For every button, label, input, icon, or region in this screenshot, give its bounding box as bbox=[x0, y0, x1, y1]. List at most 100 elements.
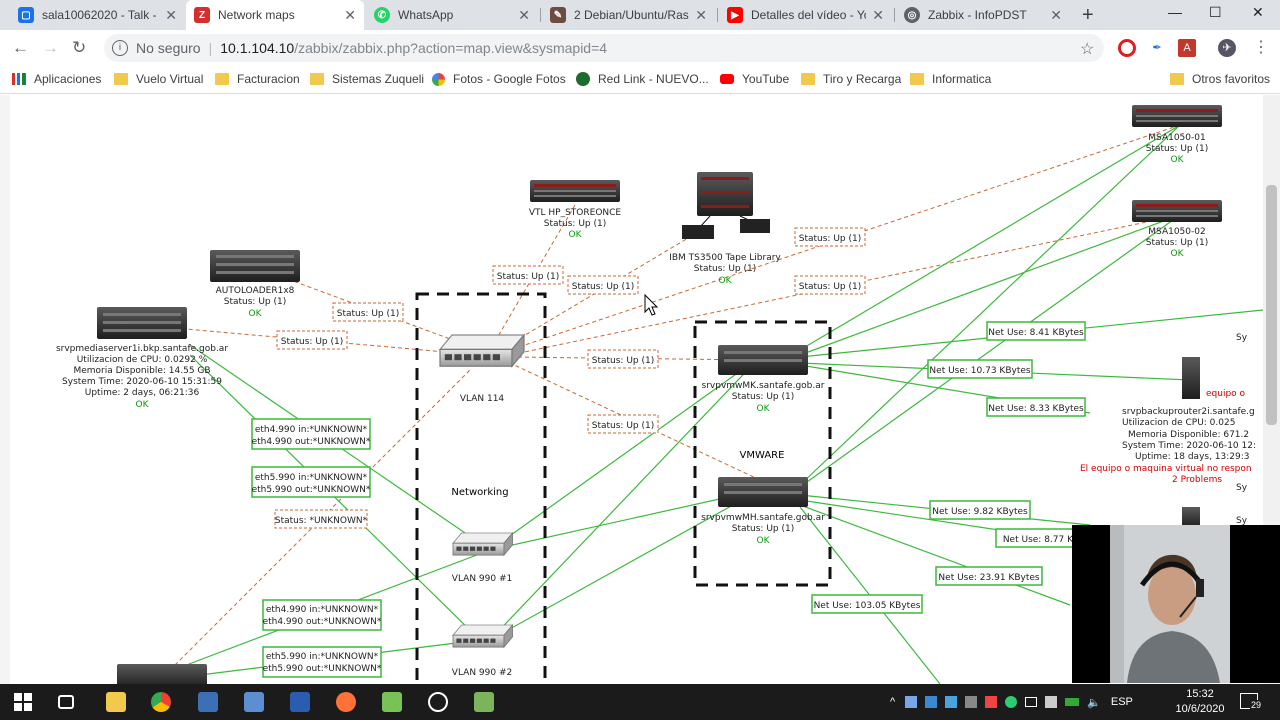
host-srvpvmwmk[interactable]: srvpvmwMK.santafe.gob.ar Status: Up (1) … bbox=[702, 345, 825, 414]
bookmark-youtube[interactable]: YouTube bbox=[720, 72, 789, 86]
opera-extension-icon[interactable] bbox=[1118, 39, 1136, 57]
app-icon[interactable] bbox=[244, 692, 264, 712]
obs-icon[interactable] bbox=[428, 692, 448, 712]
interface-label[interactable]: eth5.990 in:*UNKNOWN* eth5.990 out:*UNKNO… bbox=[262, 646, 382, 678]
bookmark-informatica[interactable]: Informatica bbox=[910, 72, 991, 86]
tray-display-icon[interactable] bbox=[1025, 697, 1038, 707]
link-label[interactable]: Status: Up (1) bbox=[794, 275, 866, 295]
host-bottom-left-server[interactable] bbox=[117, 664, 207, 684]
tab-youtube-studio[interactable]: ▶ Detalles del vídeo - You ✕ bbox=[719, 0, 892, 30]
switch-vlan-114[interactable]: VLAN 114 bbox=[439, 334, 525, 404]
maximize-button[interactable]: ☐ bbox=[1209, 4, 1222, 21]
pen-extension-icon[interactable]: ✒ bbox=[1148, 39, 1166, 57]
link-label[interactable]: Status: Up (1) bbox=[332, 302, 404, 322]
tab-zabbix-infopdst[interactable]: ◎ Zabbix - InfoPDST ✕ bbox=[896, 0, 1070, 30]
network-tool-icon[interactable] bbox=[198, 692, 218, 712]
net-use-label[interactable]: Net Use: 23.91 KBytes bbox=[935, 566, 1043, 586]
tab-whatsapp[interactable]: ✆ WhatsApp ✕ bbox=[366, 0, 538, 30]
host-ibm-tape-library[interactable]: IBM TS3500 Tape Library Status: Up (1) O… bbox=[669, 172, 781, 286]
close-window-button[interactable]: ✕ bbox=[1252, 4, 1264, 21]
link-label[interactable]: Status: Up (1) bbox=[492, 265, 564, 285]
android-icon[interactable] bbox=[382, 692, 402, 712]
bookmark-label: Red Link - NUEVO... bbox=[598, 72, 709, 86]
tab-network-maps[interactable]: Z Network maps ✕ bbox=[186, 0, 364, 30]
host-mediaserver[interactable]: srvpmediaserver1i.bkp.santafe.gob.ar Uti… bbox=[56, 307, 228, 410]
volume-icon[interactable]: 🔈 bbox=[1087, 696, 1101, 709]
link-label[interactable]: Status: *UNKNOWN* bbox=[274, 509, 368, 529]
link-label[interactable]: Status: Up (1) bbox=[587, 414, 659, 434]
remote-desktop-icon[interactable] bbox=[290, 692, 310, 712]
reload-button[interactable]: ↻ bbox=[72, 38, 86, 58]
tab-talk[interactable]: ▢ sala10062020 - Talk - P ✕ bbox=[10, 0, 185, 30]
tray-check-icon[interactable] bbox=[1005, 696, 1018, 708]
link-label[interactable]: Status: Up (1) bbox=[587, 349, 659, 369]
host-name: IBM TS3500 Tape Library bbox=[669, 253, 781, 263]
scrollbar-thumb[interactable] bbox=[1266, 185, 1277, 425]
bookmark-google-photos[interactable]: Fotos - Google Fotos bbox=[432, 72, 566, 86]
tray-app-icon[interactable] bbox=[925, 696, 938, 708]
bookmark-star-icon[interactable]: ☆ bbox=[1080, 39, 1094, 59]
keyboard-language[interactable]: ESP bbox=[1111, 696, 1133, 708]
net-use-label[interactable]: Net Use: 8.33 KBytes bbox=[986, 397, 1086, 417]
chrome-icon[interactable] bbox=[151, 692, 171, 712]
host-msa1050-01[interactable]: MSA1050-01 Status: Up (1) OK bbox=[1132, 105, 1222, 165]
profile-avatar[interactable]: ✈ bbox=[1218, 39, 1236, 57]
tab-close-icon[interactable]: ✕ bbox=[518, 7, 530, 24]
bookmark-tiro-recarga[interactable]: Tiro y Recarga bbox=[801, 72, 901, 86]
interface-label[interactable]: eth5.990 in:*UNKNOWN* eth5.990 out:*UNKNO… bbox=[251, 466, 371, 498]
tab-debian[interactable]: ✎ 2 Debian/Ubuntu/Raspb ✕ bbox=[542, 0, 715, 30]
tab-close-icon[interactable]: ✕ bbox=[344, 7, 356, 24]
switch-vlan-990-1[interactable]: VLAN 990 #1 bbox=[452, 532, 513, 584]
tab-close-icon[interactable]: ✕ bbox=[695, 7, 707, 24]
link-label[interactable]: Status: Up (1) bbox=[276, 330, 348, 350]
firefox-icon[interactable] bbox=[336, 692, 356, 712]
tray-app-icon[interactable] bbox=[965, 696, 978, 708]
svg-text:Status: Up (1): Status: Up (1) bbox=[592, 356, 654, 366]
bookmark-facturacion[interactable]: Facturacion bbox=[215, 72, 300, 86]
new-tab-button[interactable]: + bbox=[1082, 4, 1094, 27]
link-label[interactable]: Status: Up (1) bbox=[794, 227, 866, 247]
bookmark-vuelo-virtual[interactable]: Vuelo Virtual bbox=[114, 72, 203, 86]
tray-app-icon[interactable] bbox=[905, 696, 918, 708]
system-clock[interactable]: 15:32 10/6/2020 bbox=[1172, 687, 1228, 717]
net-use-label[interactable]: Net Use: 103.05 KBytes bbox=[811, 594, 923, 614]
tray-app-icon[interactable] bbox=[945, 696, 958, 708]
task-view-icon[interactable] bbox=[58, 695, 74, 709]
bookmark-otros-favoritos[interactable]: Otros favoritos bbox=[1170, 72, 1270, 86]
windows-start-icon[interactable] bbox=[13, 692, 33, 712]
host-right-edge-server[interactable] bbox=[1182, 507, 1200, 527]
host-srvpvmwmh[interactable]: srvpvmwMH.santafe.gob.ar Status: Up (1) … bbox=[701, 477, 825, 546]
info-icon[interactable]: i bbox=[112, 40, 128, 56]
menu-kebab-icon[interactable]: ⋮ bbox=[1252, 39, 1270, 57]
zabbix-favicon-icon: Z bbox=[194, 7, 210, 23]
net-use-label[interactable]: Net Use: 8.41 KBytes bbox=[986, 321, 1086, 341]
notepad-icon[interactable] bbox=[474, 692, 494, 712]
host-vtl-storeonce[interactable]: VTL HP_STOREONCE Status: Up (1) OK bbox=[529, 180, 622, 240]
net-use-label[interactable]: Net Use: 9.82 KBytes bbox=[929, 500, 1031, 520]
forward-button[interactable]: → bbox=[42, 38, 59, 58]
address-bar[interactable]: i No seguro | 10.1.104.10 /zabbix/zabbix… bbox=[104, 34, 1104, 62]
bookmark-sistemas-zuqueli[interactable]: Sistemas Zuqueli bbox=[310, 72, 424, 86]
host-status: Status: Up (1) bbox=[224, 297, 286, 307]
link-label[interactable]: Status: Up (1) bbox=[567, 275, 639, 295]
host-msa1050-02[interactable]: MSA1050-02 Status: Up (1) OK bbox=[1132, 200, 1222, 259]
interface-label[interactable]: eth4.990 in:*UNKNOWN* eth4.990 out:*UNKNO… bbox=[251, 418, 371, 450]
host-autoloader[interactable]: AUTOLOADER1x8 Status: Up (1) OK bbox=[210, 250, 300, 319]
interface-label[interactable]: eth4.990 in:*UNKNOWN* eth4.990 out:*UNKNO… bbox=[262, 599, 382, 631]
back-button[interactable]: ← bbox=[12, 38, 29, 58]
tab-close-icon[interactable]: ✕ bbox=[1050, 7, 1062, 24]
pdf-extension-icon[interactable]: A bbox=[1178, 39, 1196, 57]
minimize-button[interactable]: — bbox=[1168, 4, 1182, 20]
tray-app-icon[interactable] bbox=[985, 696, 998, 708]
net-use-label[interactable]: Net Use: 10.73 KBytes bbox=[927, 359, 1033, 379]
tab-separator bbox=[894, 8, 895, 22]
switch-vlan-990-2[interactable]: VLAN 990 #2 bbox=[452, 624, 513, 678]
tray-app-icon[interactable] bbox=[1045, 696, 1058, 708]
bookmark-red-link[interactable]: Red Link - NUEVO... bbox=[576, 72, 709, 86]
tray-chevron-icon[interactable]: ^ bbox=[890, 696, 895, 708]
file-explorer-icon[interactable] bbox=[106, 692, 126, 712]
bookmark-apps[interactable]: Aplicaciones bbox=[12, 72, 101, 86]
tab-close-icon[interactable]: ✕ bbox=[165, 7, 177, 24]
tray-battery-icon[interactable] bbox=[1065, 698, 1080, 706]
tab-close-icon[interactable]: ✕ bbox=[872, 7, 884, 24]
